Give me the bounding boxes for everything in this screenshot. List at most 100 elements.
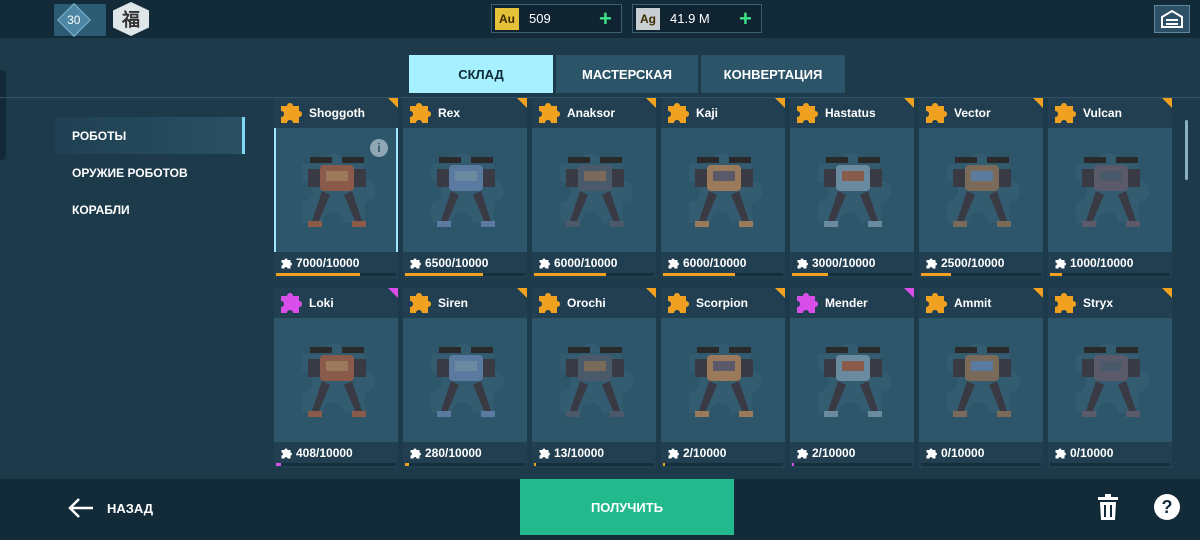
progress-fill bbox=[792, 273, 828, 276]
tab-workshop[interactable]: МАСТЕРСКАЯ bbox=[556, 55, 698, 93]
silver-icon: Ag bbox=[636, 7, 660, 30]
player-level-badge[interactable]: 30 bbox=[54, 3, 106, 37]
rarity-corner bbox=[1033, 98, 1043, 108]
robot-image bbox=[437, 347, 495, 417]
card-footer: 408/10000 bbox=[274, 442, 398, 468]
hangar-button[interactable] bbox=[1154, 5, 1190, 33]
sidebar: РОБОТЫ ОРУЖИЕ РОБОТОВ КОРАБЛИ bbox=[55, 117, 245, 228]
fragment-piece-icon bbox=[797, 258, 808, 269]
progress-bar bbox=[921, 273, 1041, 276]
card-header: Vector bbox=[919, 98, 1043, 128]
robot-image bbox=[824, 157, 882, 227]
rarity-corner bbox=[904, 288, 914, 298]
robot-card[interactable]: Orochi 13/10000 bbox=[532, 288, 656, 468]
robot-card[interactable]: Vector 2500/10000 bbox=[919, 98, 1043, 278]
puzzle-piece-icon bbox=[281, 293, 302, 313]
robot-card[interactable]: Loki 408/10000 bbox=[274, 288, 398, 468]
robot-image bbox=[566, 157, 624, 227]
robot-card[interactable]: Vulcan 1000/10000 bbox=[1048, 98, 1172, 278]
robot-card[interactable]: Siren 280/10000 bbox=[403, 288, 527, 468]
side-handle[interactable] bbox=[0, 70, 6, 160]
fragment-count: 2/10000 bbox=[683, 446, 727, 460]
robot-name: Shoggoth bbox=[309, 106, 365, 120]
robot-card[interactable]: Ammit 0/10000 bbox=[919, 288, 1043, 468]
silver-amount: 41.9 M bbox=[670, 11, 710, 26]
info-icon[interactable]: i bbox=[370, 139, 388, 157]
progress-bar bbox=[534, 463, 654, 466]
robot-name: Orochi bbox=[567, 296, 606, 310]
fragment-piece-icon bbox=[926, 258, 937, 269]
puzzle-piece-icon bbox=[410, 293, 431, 313]
scrollbar[interactable] bbox=[1185, 120, 1188, 180]
puzzle-icon bbox=[536, 100, 562, 126]
help-button[interactable]: ? bbox=[1154, 494, 1180, 520]
robot-card[interactable]: Scorpion 2/10000 bbox=[661, 288, 785, 468]
add-gold-button[interactable]: + bbox=[599, 7, 621, 30]
card-header: Scorpion bbox=[661, 288, 785, 318]
robot-image bbox=[308, 157, 366, 227]
card-footer: 13/10000 bbox=[532, 442, 656, 468]
hangar-icon bbox=[1161, 9, 1183, 28]
back-button[interactable]: НАЗАД bbox=[67, 496, 153, 520]
puzzle-icon bbox=[1052, 290, 1078, 316]
robot-card[interactable]: Hastatus 3000/10000 bbox=[790, 98, 914, 278]
gold-icon: Au bbox=[495, 7, 519, 30]
fragment-piece-icon bbox=[668, 258, 679, 269]
fragment-piece-icon bbox=[797, 448, 808, 459]
fragment-count: 408/10000 bbox=[296, 446, 353, 460]
trash-button[interactable] bbox=[1097, 494, 1119, 520]
robot-image bbox=[695, 347, 753, 417]
fragment-piece-icon bbox=[668, 448, 679, 459]
puzzle-icon bbox=[536, 290, 562, 316]
card-footer: 7000/10000 bbox=[274, 252, 398, 278]
puzzle-piece-icon bbox=[926, 293, 947, 313]
fragment-icon bbox=[1054, 447, 1067, 460]
tab-conversion[interactable]: КОНВЕРТАЦИЯ bbox=[701, 55, 845, 93]
fragment-icon bbox=[796, 257, 809, 270]
robot-card[interactable]: Mender 2/10000 bbox=[790, 288, 914, 468]
gold-amount: 509 bbox=[529, 11, 551, 26]
robot-card[interactable]: Kaji 6000/10000 bbox=[661, 98, 785, 278]
progress-bar bbox=[405, 463, 525, 466]
fragment-piece-icon bbox=[926, 448, 937, 459]
fragment-count: 0/10000 bbox=[941, 446, 985, 460]
fragment-piece-icon bbox=[1055, 448, 1066, 459]
sidebar-item-robots[interactable]: РОБОТЫ bbox=[55, 117, 245, 154]
progress-bar bbox=[792, 273, 912, 276]
robot-name: Rex bbox=[438, 106, 461, 120]
add-silver-button[interactable]: + bbox=[739, 7, 761, 30]
progress-fill bbox=[405, 463, 409, 466]
rarity-corner bbox=[388, 98, 398, 108]
fragment-count: 2/10000 bbox=[812, 446, 856, 460]
fragment-icon bbox=[280, 447, 293, 460]
fragment-icon bbox=[538, 257, 551, 270]
progress-bar bbox=[405, 273, 525, 276]
robot-card[interactable]: Anaksor 6000/10000 bbox=[532, 98, 656, 278]
tab-storage[interactable]: СКЛАД bbox=[409, 55, 553, 93]
puzzle-piece-icon bbox=[1055, 293, 1076, 313]
rarity-corner bbox=[1162, 288, 1172, 298]
puzzle-piece-icon bbox=[1055, 103, 1076, 123]
progress-fill bbox=[276, 273, 360, 276]
robot-image bbox=[953, 347, 1011, 417]
get-button[interactable]: ПОЛУЧИТЬ bbox=[520, 479, 734, 535]
rarity-corner bbox=[775, 288, 785, 298]
rarity-corner bbox=[646, 288, 656, 298]
sidebar-item-ships[interactable]: КОРАБЛИ bbox=[55, 191, 245, 228]
fragment-icon bbox=[796, 447, 809, 460]
rarity-corner bbox=[388, 288, 398, 298]
rarity-corner bbox=[904, 98, 914, 108]
sidebar-item-weapons[interactable]: ОРУЖИЕ РОБОТОВ bbox=[55, 154, 245, 191]
robot-card[interactable]: Rex 6500/10000 bbox=[403, 98, 527, 278]
card-footer: 3000/10000 bbox=[790, 252, 914, 278]
robot-card[interactable]: Shoggoth i 7000/10000 bbox=[274, 98, 398, 278]
fragment-icon bbox=[925, 257, 938, 270]
robot-card[interactable]: Stryx 0/10000 bbox=[1048, 288, 1172, 468]
puzzle-piece-icon bbox=[410, 103, 431, 123]
fragment-piece-icon bbox=[281, 448, 292, 459]
puzzle-icon bbox=[1052, 100, 1078, 126]
league-emblem-glyph: 福 bbox=[122, 10, 140, 30]
progress-bar bbox=[534, 273, 654, 276]
card-header: Hastatus bbox=[790, 98, 914, 128]
robot-name: Vulcan bbox=[1083, 106, 1122, 120]
